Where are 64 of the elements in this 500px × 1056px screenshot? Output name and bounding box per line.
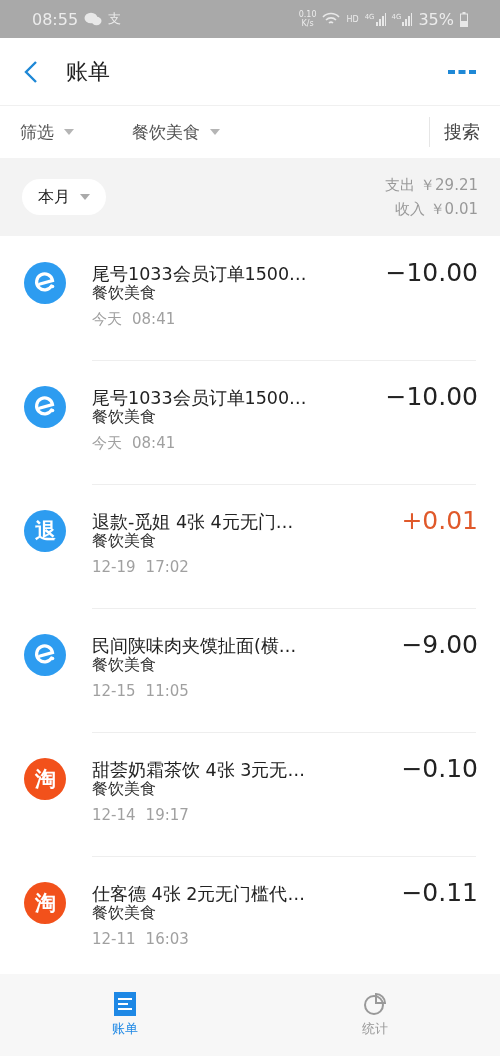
transaction-title: 退款-觅姐 4张 4元无门… [92,511,294,532]
caret-icon [64,129,74,135]
transaction-amount: −10.00 [385,382,478,411]
page-title: 账单 [66,57,111,86]
filter-dropdown[interactable]: 餐饮美食 [132,120,220,144]
transaction-date: 12-11 [92,930,136,948]
clock-time: 08:55 [32,9,79,29]
transaction-time: 08:41 [132,434,176,453]
transaction-time: 17:02 [145,558,189,576]
transaction-date: 12-14 [92,806,136,824]
filter-dropdown[interactable]: 筛选 [20,120,132,144]
transaction-date: 12-15 [92,682,136,700]
signal-icon [402,12,413,26]
transaction-title: 甜荟奶霜茶饮 4张 3元无… [92,759,305,780]
transaction-row[interactable]: 尾号1033会员订单1500… −10.00 餐饮美食 今天 08:41 [0,236,500,360]
transaction-time: 08:41 [132,310,176,329]
transaction-amount: −9.00 [401,630,478,659]
chat-icon [84,12,103,26]
transaction-category: 餐饮美食 [92,283,157,304]
caret-icon [80,194,90,200]
income-total: 收入 ￥0.01 [393,199,478,220]
transaction-row[interactable]: 退 退款-觅姐 4张 4元无门… +0.01 餐饮美食 12-19 17:02 [0,484,500,608]
merchant-icon: 淘 [24,882,66,924]
transaction-row[interactable]: 淘 甜荟奶霜茶饮 4张 3元无… −0.10 餐饮美食 12-14 19:17 [0,732,500,856]
transaction-category: 餐饮美食 [92,903,157,924]
pie-chart-icon [363,992,387,1016]
transaction-date: 今天 [92,310,122,329]
expense-total: 支出 ￥29.21 [385,175,478,196]
transaction-row[interactable]: 尾号1033会员订单1500… −10.00 餐饮美食 今天 08:41 [0,360,500,484]
transaction-category: 餐饮美食 [92,531,157,552]
transaction-date: 12-19 [92,558,136,576]
transaction-category: 餐饮美食 [92,407,157,428]
caret-icon [210,129,220,135]
notification-glyph: 支 [108,10,122,28]
transaction-date: 今天 [92,434,122,453]
transaction-amount: −0.10 [401,754,478,783]
transaction-time: 11:05 [145,682,189,700]
transaction-category: 餐饮美食 [92,655,157,676]
transaction-row[interactable]: 民间陕味肉夹馍扯面(横… −9.00 餐饮美食 12-15 11:05 [0,608,500,732]
speed-unit: K/s [301,19,314,28]
transaction-title: 尾号1033会员订单1500… [92,387,307,408]
transaction-title: 仕客德 4张 2元无门槛代… [92,883,305,904]
wifi-icon [322,12,341,26]
signal-icon [375,12,386,26]
back-icon [24,59,38,84]
month-dropdown[interactable]: 本月 [22,179,106,215]
battery-icon [460,11,468,27]
merchant-icon: 退 [24,510,66,552]
battery-level: 35% [418,9,454,29]
search-button[interactable]: 搜索 [429,117,480,147]
transaction-amount: −10.00 [385,258,478,287]
more-icon [448,68,476,75]
merchant-icon: 淘 [24,758,66,800]
transaction-title: 民间陕味肉夹馍扯面(横… [92,635,297,656]
transaction-amount: +0.01 [401,506,478,535]
bill-icon [114,992,136,1016]
hd-label: HD [346,14,359,24]
transaction-time: 16:03 [145,930,189,948]
tab[interactable]: 账单 [0,974,250,1056]
transaction-time: 19:17 [145,806,189,824]
network-speed: 0.10 [298,10,317,19]
transaction-title: 尾号1033会员订单1500… [92,263,307,284]
transaction-category: 餐饮美食 [92,779,157,800]
transaction-amount: −0.11 [401,878,478,907]
